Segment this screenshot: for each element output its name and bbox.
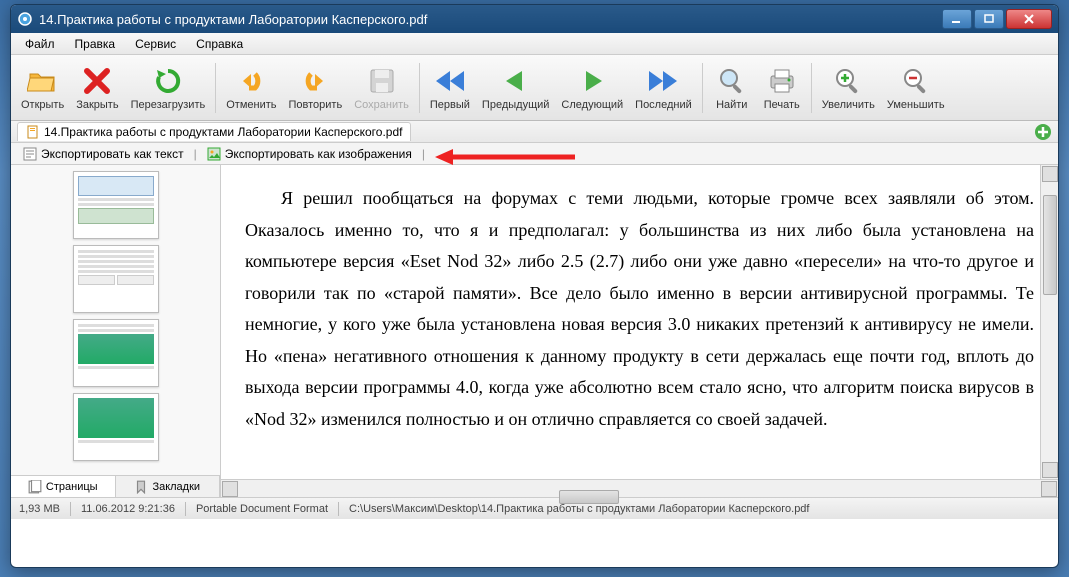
scroll-thumb[interactable] bbox=[1043, 195, 1057, 295]
reload-button[interactable]: Перезагрузить bbox=[125, 58, 212, 118]
save-icon bbox=[366, 65, 398, 97]
document-tabbar: 14.Практика работы с продуктами Лаборато… bbox=[11, 121, 1058, 143]
separator: | bbox=[194, 147, 197, 161]
separator bbox=[811, 63, 812, 113]
bookmarks-tab[interactable]: Закладки bbox=[116, 476, 221, 497]
redo-icon bbox=[299, 65, 331, 97]
document-icon bbox=[26, 125, 40, 139]
page-thumbnail[interactable] bbox=[73, 245, 159, 313]
prev-page-button[interactable]: Предыдущий bbox=[476, 58, 555, 118]
zoom-in-button[interactable]: Увеличить bbox=[816, 58, 881, 118]
first-icon bbox=[434, 65, 466, 97]
folder-open-icon bbox=[27, 65, 59, 97]
pages-icon bbox=[28, 480, 42, 494]
menu-service[interactable]: Сервис bbox=[127, 35, 184, 53]
scroll-left-button[interactable] bbox=[222, 481, 238, 497]
app-window: 14.Практика работы с продуктами Лаборато… bbox=[10, 4, 1059, 568]
find-button[interactable]: Найти bbox=[707, 58, 757, 118]
statusbar: 1,93 MB 11.06.2012 9:21:36 Portable Docu… bbox=[11, 497, 1058, 519]
zoom-out-icon bbox=[900, 65, 932, 97]
page-thumbnail[interactable] bbox=[73, 319, 159, 387]
undo-button[interactable]: Отменить bbox=[220, 58, 282, 118]
status-path: C:\Users\Максим\Desktop\14.Практика рабо… bbox=[349, 503, 809, 515]
new-tab-button[interactable] bbox=[1034, 123, 1052, 141]
window-title: 14.Практика работы с продуктами Лаборато… bbox=[39, 12, 942, 27]
image-export-icon bbox=[207, 147, 221, 161]
zoom-in-icon bbox=[832, 65, 864, 97]
scroll-up-button[interactable] bbox=[1042, 166, 1058, 182]
page-thumbnail[interactable] bbox=[73, 171, 159, 239]
maximize-button[interactable] bbox=[974, 9, 1004, 29]
separator: | bbox=[422, 147, 425, 161]
reload-icon bbox=[152, 65, 184, 97]
bookmark-icon bbox=[134, 480, 148, 494]
scroll-right-button[interactable] bbox=[1041, 481, 1057, 497]
print-button[interactable]: Печать bbox=[757, 58, 807, 118]
next-page-button[interactable]: Следующий bbox=[555, 58, 629, 118]
document-tab[interactable]: 14.Практика работы с продуктами Лаборато… bbox=[17, 122, 411, 141]
menu-file[interactable]: Файл bbox=[17, 35, 63, 53]
last-icon bbox=[647, 65, 679, 97]
open-button[interactable]: Открыть bbox=[15, 58, 70, 118]
scroll-down-button[interactable] bbox=[1042, 462, 1058, 478]
titlebar[interactable]: 14.Практика работы с продуктами Лаборато… bbox=[11, 5, 1058, 33]
redo-button[interactable]: Повторить bbox=[283, 58, 349, 118]
content-area: Страницы Закладки Я решил пообщаться на … bbox=[11, 165, 1058, 497]
zoom-out-button[interactable]: Уменьшить bbox=[881, 58, 951, 118]
main-view: Я решил пообщаться на форумах с теми люд… bbox=[221, 165, 1058, 497]
menu-help[interactable]: Справка bbox=[188, 35, 251, 53]
last-page-button[interactable]: Последний bbox=[629, 58, 698, 118]
menubar: Файл Правка Сервис Справка bbox=[11, 33, 1058, 55]
document-tab-label: 14.Практика работы с продуктами Лаборато… bbox=[44, 125, 402, 139]
export-images-button[interactable]: Экспортировать как изображения bbox=[203, 146, 416, 162]
text-export-icon bbox=[23, 147, 37, 161]
vertical-scrollbar[interactable] bbox=[1040, 165, 1058, 479]
next-icon bbox=[576, 65, 608, 97]
document-paragraph: Я решил пообщаться на форумах с теми люд… bbox=[245, 183, 1034, 435]
search-icon bbox=[716, 65, 748, 97]
minimize-button[interactable] bbox=[942, 9, 972, 29]
close-button[interactable] bbox=[1006, 9, 1052, 29]
x-icon bbox=[81, 65, 113, 97]
close-file-button[interactable]: Закрыть bbox=[70, 58, 124, 118]
sidebar-tabs: Страницы Закладки bbox=[11, 475, 220, 497]
pages-tab[interactable]: Страницы bbox=[11, 476, 116, 497]
separator bbox=[702, 63, 703, 113]
sidebar: Страницы Закладки bbox=[11, 165, 221, 497]
export-text-button[interactable]: Экспортировать как текст bbox=[19, 146, 188, 162]
document-view[interactable]: Я решил пообщаться на форумах с теми люд… bbox=[221, 165, 1058, 479]
toolbar: Открыть Закрыть Перезагрузить Отменить П… bbox=[11, 55, 1058, 121]
menu-edit[interactable]: Правка bbox=[67, 35, 124, 53]
first-page-button[interactable]: Первый bbox=[424, 58, 476, 118]
status-date: 11.06.2012 9:21:36 bbox=[81, 503, 175, 515]
printer-icon bbox=[766, 65, 798, 97]
scroll-thumb[interactable] bbox=[559, 490, 619, 504]
status-format: Portable Document Format bbox=[196, 503, 328, 515]
prev-icon bbox=[500, 65, 532, 97]
separator bbox=[419, 63, 420, 113]
separator bbox=[215, 63, 216, 113]
save-button[interactable]: Сохранить bbox=[348, 58, 415, 118]
page-thumbnail[interactable] bbox=[73, 393, 159, 461]
undo-icon bbox=[235, 65, 267, 97]
app-icon bbox=[17, 11, 33, 27]
export-bar: Экспортировать как текст | Экспортироват… bbox=[11, 143, 1058, 165]
thumbnail-panel[interactable] bbox=[11, 165, 220, 475]
status-size: 1,93 MB bbox=[19, 503, 60, 515]
horizontal-scrollbar[interactable] bbox=[221, 479, 1058, 497]
